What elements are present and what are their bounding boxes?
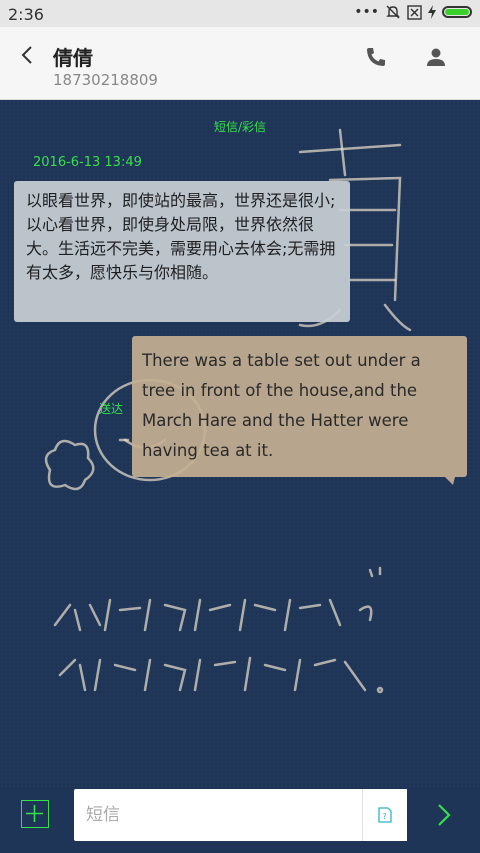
charging-icon: [428, 5, 436, 19]
incoming-message-bubble[interactable]: 以眼看世界，即使站的最高，世界还是很小;以心看世界，即使身处局限，世界依然很大。…: [14, 181, 350, 322]
contact-number: 18730218809: [53, 71, 158, 89]
more-dots-icon: •••: [354, 4, 379, 20]
add-attachment-button[interactable]: [21, 800, 49, 828]
outgoing-message-bubble[interactable]: There was a table set out under a tree i…: [132, 336, 467, 485]
status-bar: 2:36 •••: [0, 0, 480, 27]
message-input-container: [74, 789, 362, 841]
delivery-status: 送达: [99, 402, 124, 416]
message-type-label: 短信/彩信: [213, 120, 267, 134]
back-icon[interactable]: [16, 43, 40, 67]
status-icons: •••: [354, 4, 472, 20]
status-time: 2:36: [8, 5, 44, 24]
sim-select-button[interactable]: ?: [362, 789, 407, 841]
message-timestamp: 2016-6-13 13:49: [33, 155, 142, 170]
svg-text:?: ?: [383, 812, 387, 821]
message-input[interactable]: [74, 789, 362, 841]
plus-icon: [26, 805, 43, 822]
send-chevron-icon[interactable]: [432, 801, 456, 829]
no-sim-icon: [407, 4, 422, 20]
conversation-header: 倩倩 18730218809: [0, 27, 480, 100]
battery-icon: [442, 6, 472, 18]
sim-card-icon: ?: [378, 807, 392, 823]
phone-icon[interactable]: [364, 45, 388, 69]
person-icon[interactable]: [424, 45, 448, 69]
contact-name: 倩倩: [53, 46, 93, 70]
mute-icon: [386, 5, 400, 19]
